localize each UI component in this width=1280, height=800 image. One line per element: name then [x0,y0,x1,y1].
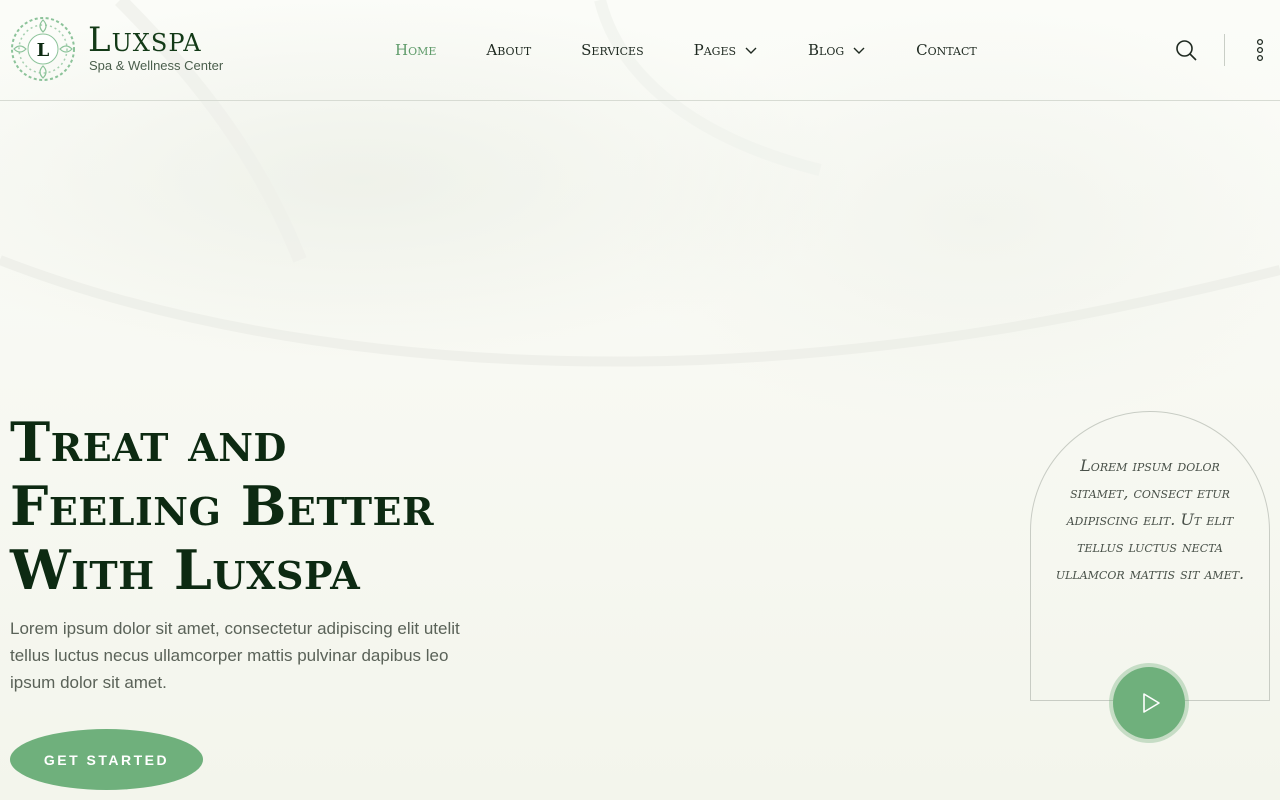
nav-item-home[interactable]: Home [395,36,436,64]
site-header: L Luxspa Spa & Wellness Center Home Abou… [0,0,1280,101]
header-divider [1224,34,1225,66]
play-icon [1142,693,1160,713]
nav-item-about[interactable]: About [486,36,531,64]
hero-title-line: Treat and [10,410,287,474]
chevron-down-icon [853,47,865,54]
nav-label: Blog [808,41,845,59]
nav-item-contact[interactable]: Contact [916,36,977,64]
nav-label: Pages [693,41,737,59]
logo-monogram: L [37,40,50,61]
hero-title-line: Feeling Better [10,474,435,538]
logo-name: Luxspa [88,20,202,60]
nav-item-blog[interactable]: Blog [808,36,866,64]
nav-item-services[interactable]: Services [581,36,643,64]
hero-description: Lorem ipsum dolor sit amet, consectetur … [10,619,460,692]
play-video-button[interactable] [1113,667,1185,739]
nav-label: Contact [916,41,977,59]
main-nav: Home About Services Pages Blog Contact [395,36,1027,64]
logo[interactable]: L Luxspa Spa & Wellness Center [8,14,248,86]
logo-tagline: Spa & Wellness Center [89,58,224,73]
nav-label: Home [395,41,437,59]
hero-title: Treat and Feeling Better With Luxspa [10,410,530,602]
nav-label: Services [581,41,644,59]
search-icon[interactable] [1174,38,1198,62]
nav-item-pages[interactable]: Pages [694,36,758,64]
nav-label: About [486,41,532,59]
get-started-button[interactable]: GET STARTED [10,729,203,790]
chevron-down-icon [745,47,757,54]
logo-emblem-icon: L [11,17,75,81]
more-vertical-icon[interactable] [1252,36,1268,64]
hero-title-line: With Luxspa [10,538,361,602]
arch-card-text: Lorem ipsum dolor sitamet, consect etur … [1055,456,1245,583]
